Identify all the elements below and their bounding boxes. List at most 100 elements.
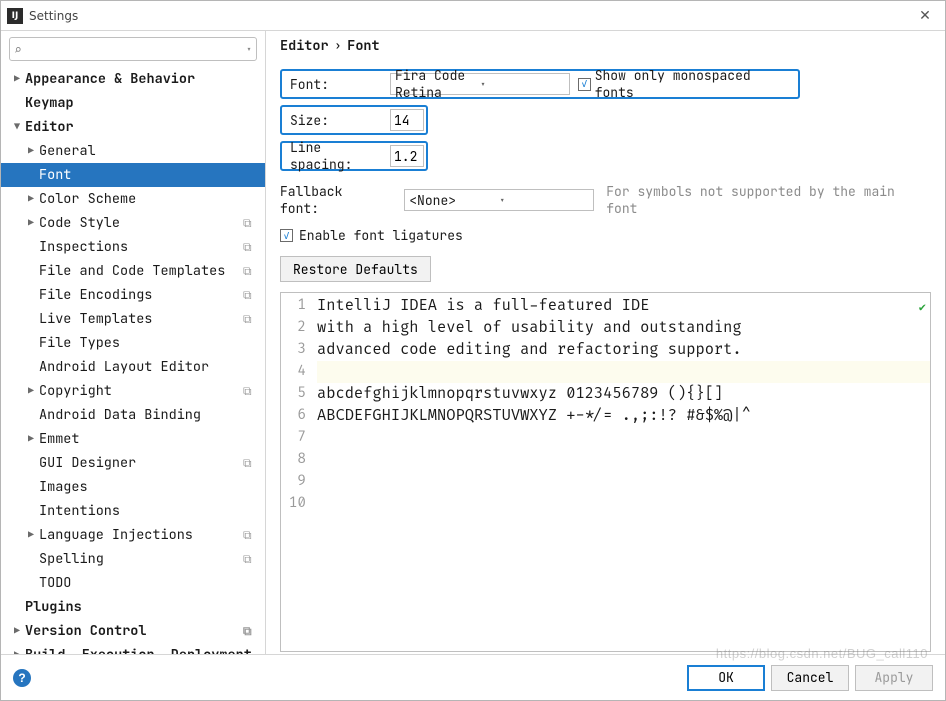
tree-item[interactable]: Intentions: [1, 499, 265, 523]
tree-item[interactable]: Live Templates⧉: [1, 307, 265, 331]
tree-item[interactable]: ▶Copyright⧉: [1, 379, 265, 403]
tree-item[interactable]: Plugins: [1, 595, 265, 619]
preview-gutter: 12345678910: [281, 293, 313, 651]
chevron-down-icon: ▾: [480, 78, 565, 91]
tree-item-label: Color Scheme: [39, 190, 136, 208]
chevron-right-icon[interactable]: ▶: [25, 192, 37, 205]
tree-item-label: File Types: [39, 334, 120, 352]
settings-tree[interactable]: ▶Appearance & BehaviorKeymap▼Editor▶Gene…: [1, 65, 265, 654]
apply-label: Apply: [874, 669, 913, 686]
gutter-line-number: 1: [281, 295, 306, 317]
right-panel: Editor › Font Font: Fira Code Retina ▾ ✓…: [266, 31, 945, 654]
inspection-ok-icon: ✔: [919, 297, 926, 319]
gutter-line-number: 7: [281, 427, 306, 449]
search-input[interactable]: [24, 41, 246, 58]
scope-icon: ⧉: [243, 287, 257, 301]
tree-item-label: File Encodings: [39, 286, 152, 304]
tree-item[interactable]: ▶Emmet: [1, 427, 265, 451]
tree-item[interactable]: ▶Color Scheme: [1, 187, 265, 211]
tree-item[interactable]: ▶General: [1, 139, 265, 163]
preview-line: [317, 449, 930, 471]
font-preview: 12345678910 ✔ IntelliJ IDEA is a full-fe…: [280, 292, 931, 652]
gutter-line-number: 8: [281, 449, 306, 471]
tree-item[interactable]: Font: [1, 163, 265, 187]
font-label: Font:: [282, 76, 390, 93]
cancel-label: Cancel: [787, 669, 834, 686]
tree-item[interactable]: ▶Code Style⧉: [1, 211, 265, 235]
tree-item-label: Editor: [25, 118, 74, 136]
tree-item[interactable]: Images: [1, 475, 265, 499]
tree-item[interactable]: Android Layout Editor: [1, 355, 265, 379]
scope-icon: ⧉: [243, 527, 257, 541]
gutter-line-number: 3: [281, 339, 306, 361]
tree-item[interactable]: ▶Build, Execution, Deployment: [1, 643, 265, 654]
gutter-line-number: 6: [281, 405, 306, 427]
chevron-right-icon[interactable]: ▶: [11, 648, 23, 655]
ok-button[interactable]: OK: [687, 665, 765, 691]
preview-line: IntelliJ IDEA is a full-featured IDE: [317, 295, 930, 317]
tree-item[interactable]: Keymap: [1, 91, 265, 115]
breadcrumb-root[interactable]: Editor: [280, 37, 329, 55]
left-panel: ⌕ ▾ ▶Appearance & BehaviorKeymap▼Editor▶…: [1, 31, 266, 654]
fallback-font-combo[interactable]: <None> ▾: [404, 189, 594, 211]
tree-item-label: Emmet: [39, 430, 80, 448]
apply-button[interactable]: Apply: [855, 665, 933, 691]
checkbox-checked-icon: ✓: [280, 229, 293, 242]
gutter-line-number: 2: [281, 317, 306, 339]
chevron-right-icon[interactable]: ▶: [25, 432, 37, 445]
tree-item[interactable]: File and Code Templates⧉: [1, 259, 265, 283]
chevron-right-icon[interactable]: ▶: [25, 216, 37, 229]
close-icon[interactable]: ✕: [915, 6, 935, 26]
chevron-right-icon[interactable]: ▶: [25, 144, 37, 157]
search-dropdown-icon[interactable]: ▾: [246, 43, 252, 56]
size-label: Size:: [282, 112, 390, 129]
tree-item[interactable]: ▶Appearance & Behavior: [1, 67, 265, 91]
tree-item[interactable]: Inspections⧉: [1, 235, 265, 259]
tree-item[interactable]: Android Data Binding: [1, 403, 265, 427]
line-spacing-field-group: Line spacing:: [280, 141, 428, 171]
ligatures-checkbox[interactable]: ✓ Enable font ligatures: [280, 227, 931, 244]
scope-icon: ⧉: [243, 455, 257, 469]
chevron-right-icon[interactable]: ▶: [11, 624, 23, 637]
scope-icon: ⧉: [243, 239, 257, 253]
size-field-group: Size:: [280, 105, 428, 135]
tree-item-label: Intentions: [39, 502, 120, 520]
chevron-down-icon: ▾: [499, 194, 589, 207]
tree-item-label: Copyright: [39, 382, 112, 400]
font-combo[interactable]: Fira Code Retina ▾: [390, 73, 570, 95]
ligatures-label: Enable font ligatures: [299, 227, 463, 244]
chevron-right-icon[interactable]: ▶: [25, 384, 37, 397]
breadcrumb-leaf: Font: [347, 37, 379, 55]
monospace-only-checkbox[interactable]: ✓ Show only monospaced fonts: [574, 67, 798, 101]
checkbox-checked-icon: ✓: [578, 78, 591, 91]
gutter-line-number: 4: [281, 361, 306, 383]
tree-item[interactable]: ▼Editor: [1, 115, 265, 139]
scope-icon: ⧉: [243, 263, 257, 277]
tree-item[interactable]: TODO: [1, 571, 265, 595]
tree-item[interactable]: GUI Designer⧉: [1, 451, 265, 475]
restore-defaults-button[interactable]: Restore Defaults: [280, 256, 431, 282]
chevron-right-icon[interactable]: ▶: [25, 528, 37, 541]
tree-item[interactable]: ▶Language Injections⧉: [1, 523, 265, 547]
preview-line: ABCDEFGHIJKLMNOPQRSTUVWXYZ +-*/= .,;:!? …: [317, 405, 930, 427]
breadcrumb: Editor › Font: [266, 31, 945, 61]
tree-item[interactable]: File Encodings ⧉: [1, 283, 265, 307]
app-icon: IJ: [7, 8, 23, 24]
preview-line: [317, 361, 930, 383]
line-spacing-input[interactable]: [390, 145, 424, 167]
tree-item-label: Plugins: [25, 598, 82, 616]
preview-code: ✔ IntelliJ IDEA is a full-featured IDEwi…: [313, 293, 930, 651]
tree-item-label: Appearance & Behavior: [25, 70, 195, 88]
restore-defaults-label: Restore Defaults: [293, 261, 418, 278]
cancel-button[interactable]: Cancel: [771, 665, 849, 691]
tree-item[interactable]: Spelling⧉: [1, 547, 265, 571]
chevron-right-icon[interactable]: ▶: [11, 72, 23, 85]
tree-item[interactable]: ▶Version Control⧉: [1, 619, 265, 643]
chevron-down-icon[interactable]: ▼: [11, 120, 23, 133]
preview-line: [317, 427, 930, 449]
preview-line: with a high level of usability and outst…: [317, 317, 930, 339]
help-icon[interactable]: ?: [13, 669, 31, 687]
search-box[interactable]: ⌕ ▾: [9, 37, 257, 61]
size-input[interactable]: [390, 109, 424, 131]
tree-item[interactable]: File Types: [1, 331, 265, 355]
